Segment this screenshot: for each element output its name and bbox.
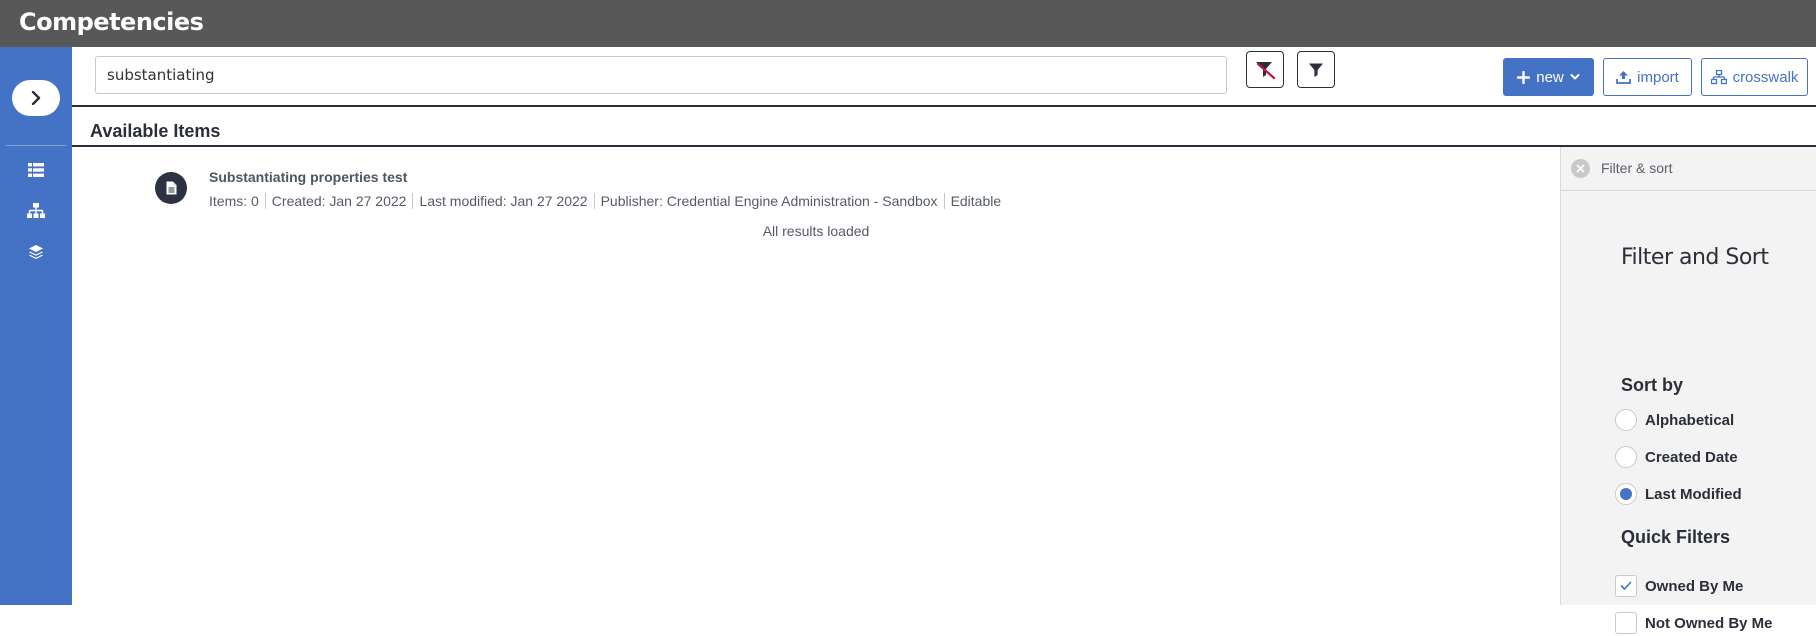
publisher: Publisher: Credential Engine Administrat… (600, 193, 938, 209)
result-item-title[interactable]: Substantiating properties test (209, 169, 407, 185)
crosswalk-icon (1710, 69, 1727, 84)
filter-panel: Filter & sort Filter and Sort Sort by Al… (1560, 147, 1816, 634)
close-icon (1576, 164, 1585, 173)
header-divider (72, 105, 1816, 107)
radio-button[interactable] (1615, 446, 1637, 468)
list-icon (28, 163, 44, 177)
section-title: Available Items (90, 121, 221, 141)
filter-panel-title: Filter and Sort (1621, 245, 1769, 270)
sort-option-created-date[interactable]: Created Date (1615, 444, 1738, 470)
sidebar-item-hierarchy[interactable] (26, 201, 46, 221)
upload-icon (1616, 71, 1632, 84)
sort-option-label: Created Date (1645, 448, 1738, 466)
quick-filter-owned-by-me[interactable]: Owned By Me (1615, 573, 1743, 599)
meta-separator (264, 193, 266, 209)
quick-filter-label: Owned By Me (1645, 577, 1744, 595)
new-button-label: new (1536, 68, 1564, 86)
import-button[interactable]: import (1603, 58, 1692, 96)
chevron-down-icon (1570, 74, 1580, 80)
meta-separator (593, 193, 595, 209)
check-icon (1620, 581, 1632, 590)
checkbox[interactable] (1615, 612, 1637, 634)
plus-icon (1517, 70, 1531, 84)
results-status: All results loaded (762, 223, 870, 239)
editable-badge: Editable (950, 193, 1002, 209)
sidebar-item-list[interactable] (26, 160, 46, 180)
sort-by-title: Sort by (1621, 375, 1684, 395)
filter-panel-header-label: Filter & sort (1601, 160, 1673, 176)
chevron-right-icon (31, 91, 41, 105)
quick-filter-not-owned-by-me[interactable]: Not Owned By Me (1615, 610, 1773, 636)
meta-separator (943, 193, 945, 209)
quick-filter-label: Not Owned By Me (1645, 614, 1773, 632)
import-button-label: import (1637, 68, 1679, 86)
sidebar (0, 47, 72, 605)
sort-option-label: Last Modified (1645, 485, 1742, 503)
layers-icon (29, 245, 43, 259)
section-divider (72, 145, 1816, 147)
sort-option-last-modified[interactable]: Last Modified (1615, 481, 1742, 507)
document-icon (166, 181, 176, 195)
checkbox-checked[interactable] (1615, 575, 1637, 597)
filter-button[interactable] (1297, 51, 1335, 88)
created-date: Created: Jan 27 2022 (271, 193, 407, 209)
quick-filters-title: Quick Filters (1621, 527, 1731, 547)
sort-option-alphabetical[interactable]: Alphabetical (1615, 407, 1734, 433)
new-button[interactable]: new (1503, 58, 1594, 96)
sidebar-item-layers[interactable] (26, 242, 46, 262)
filter-panel-header: Filter & sort (1561, 147, 1816, 191)
radio-button[interactable] (1615, 409, 1637, 431)
crosswalk-button-label: crosswalk (1732, 68, 1799, 86)
search-input[interactable] (95, 56, 1227, 94)
sidebar-toggle-button[interactable] (12, 80, 60, 116)
sidebar-divider (6, 145, 66, 146)
filter-icon (1309, 63, 1323, 77)
hierarchy-icon (27, 203, 45, 218)
meta-separator (412, 193, 414, 209)
item-type-icon (155, 172, 187, 204)
app-title: Competencies (19, 8, 204, 36)
close-filter-panel-button[interactable] (1571, 159, 1590, 178)
main-content: new import crosswalk Available Items Sub… (72, 47, 1816, 634)
top-bar: Competencies (0, 0, 1816, 47)
radio-button-selected[interactable] (1615, 483, 1637, 505)
filter-clear-icon (1256, 61, 1276, 79)
sort-option-label: Alphabetical (1645, 411, 1735, 429)
crosswalk-button[interactable]: crosswalk (1701, 58, 1808, 96)
clear-filter-button[interactable] (1246, 51, 1284, 88)
last-modified-date: Last modified: Jan 27 2022 (419, 193, 588, 209)
item-count: Items: 0 (209, 193, 259, 209)
result-item-meta: Items: 0 Created: Jan 27 2022 Last modif… (209, 193, 1001, 209)
